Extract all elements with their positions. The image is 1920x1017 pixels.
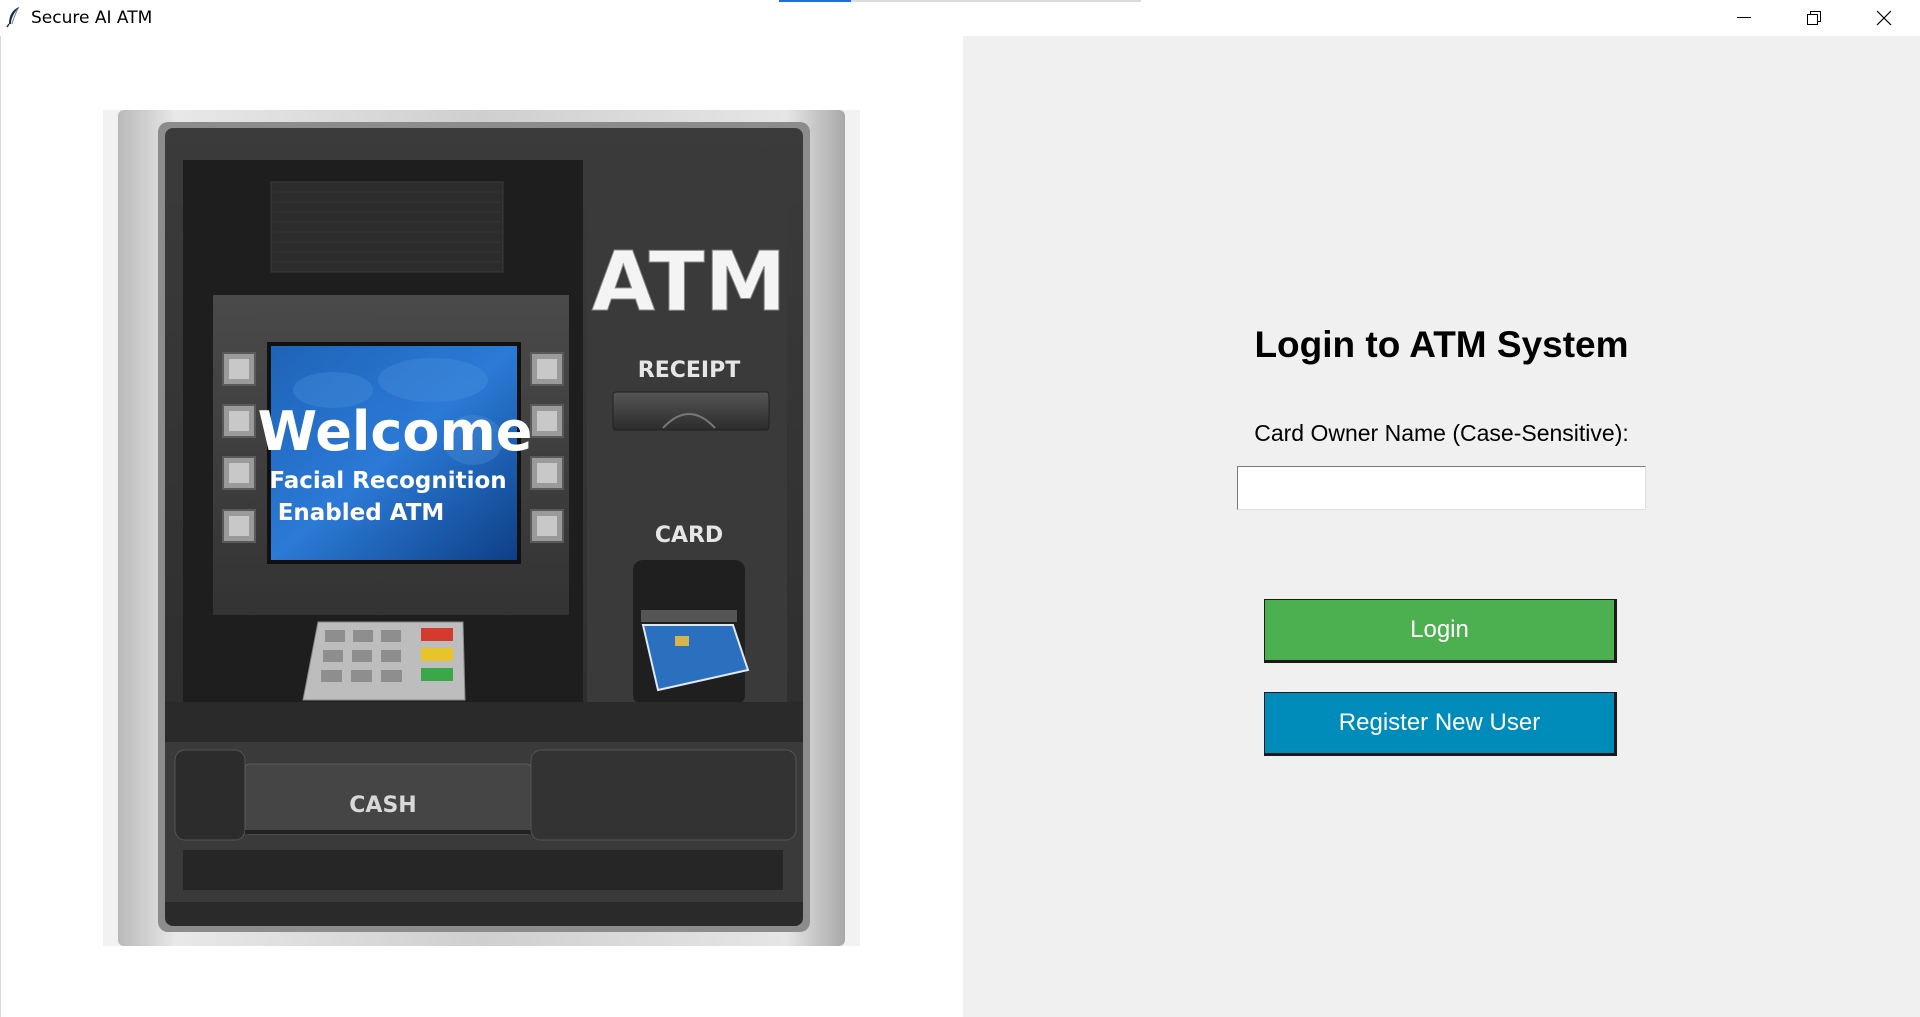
restore-button[interactable] <box>1779 0 1849 34</box>
screen-line2-text: Enabled ATM <box>278 500 445 526</box>
close-button[interactable] <box>1849 0 1919 34</box>
taskbar-highlight <box>779 0 851 2</box>
card-owner-label: Card Owner Name (Case-Sensitive): <box>1254 420 1629 446</box>
register-new-user-button[interactable]: Register New User <box>1264 692 1617 756</box>
atm-illustration: Welcome Facial Recognition Enabled ATM A… <box>103 110 860 946</box>
login-button[interactable]: Login <box>1264 599 1617 663</box>
screen-welcome-text: Welcome <box>258 400 533 463</box>
cash-label: CASH <box>349 793 416 818</box>
feather-icon <box>6 6 22 28</box>
taskbar-track <box>851 0 1141 2</box>
minimize-icon <box>1737 17 1751 18</box>
window-title: Secure AI ATM <box>31 8 153 28</box>
restore-icon <box>1807 11 1821 25</box>
panel-border <box>0 36 1 1017</box>
screen-line1-text: Facial Recognition <box>269 468 506 494</box>
title-bar: Secure AI ATM <box>0 0 1920 37</box>
login-panel: Login to ATM System Card Owner Name (Cas… <box>963 36 1920 1017</box>
card-label: CARD <box>655 523 723 548</box>
atm-brand-text: ATM <box>592 235 787 330</box>
receipt-label: RECEIPT <box>638 358 740 383</box>
login-title: Login to ATM System <box>1254 324 1629 365</box>
close-icon <box>1876 10 1892 26</box>
card-owner-name-input[interactable] <box>1237 466 1646 510</box>
minimize-button[interactable] <box>1709 0 1779 34</box>
